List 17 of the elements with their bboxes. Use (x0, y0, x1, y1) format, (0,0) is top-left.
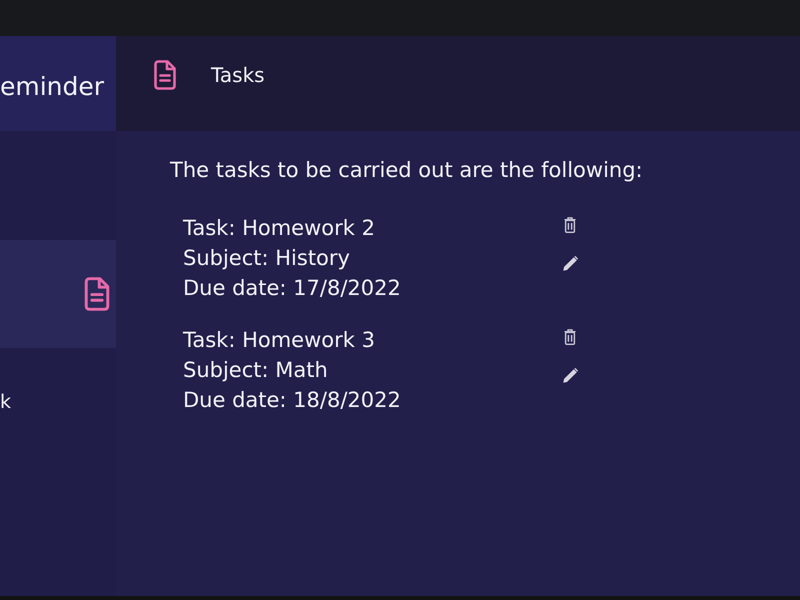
task-detail: Subject: History (183, 245, 351, 272)
document-icon (153, 60, 177, 90)
intro-text: The tasks to be carried out are the following: (170, 158, 644, 182)
task-detail: Subject: Math (183, 357, 329, 384)
app-title: eminder (0, 72, 104, 101)
document-icon (83, 277, 111, 311)
task-detail: Due date: 18/8/2022 (183, 387, 402, 414)
pencil-icon[interactable] (563, 368, 578, 383)
task-detail: Due date: 17/8/2022 (183, 275, 402, 302)
task-detail: Task: Homework 3 (183, 327, 376, 354)
sidebar-item[interactable] (0, 240, 116, 348)
trash-icon[interactable] (564, 329, 576, 345)
trash-icon[interactable] (564, 217, 576, 233)
task-detail: Task: Homework 2 (183, 215, 376, 242)
pencil-icon[interactable] (563, 256, 578, 271)
sidebar-item[interactable]: k (0, 348, 116, 456)
page-title: Tasks (211, 62, 265, 86)
